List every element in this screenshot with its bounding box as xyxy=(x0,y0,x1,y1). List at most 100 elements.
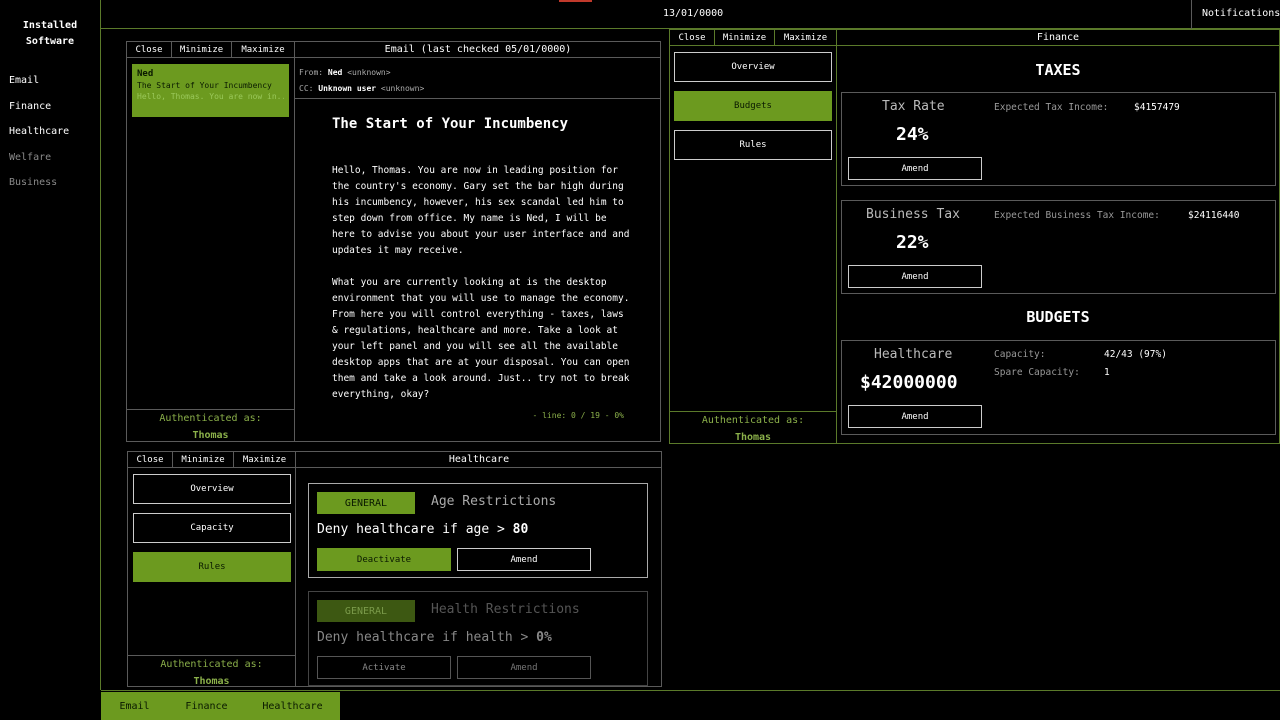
minimize-button[interactable]: Minimize xyxy=(172,42,232,57)
installed-software-panel: Installed Software Email Finance Healthc… xyxy=(0,0,101,690)
taskbar-finance[interactable]: Finance xyxy=(168,692,245,720)
rule-text-prefix: Deny healthcare if health > xyxy=(317,630,537,645)
auth-label: Authenticated as: xyxy=(160,659,263,670)
cc-address: <unknown> xyxy=(380,84,425,93)
business-tax-title: Business Tax xyxy=(866,207,960,222)
window-controls: Close Minimize Maximize xyxy=(127,42,294,58)
tax-rate-title: Tax Rate xyxy=(882,99,945,114)
healthcare-budget-title: Healthcare xyxy=(874,347,953,362)
sidebar-item-finance[interactable]: Finance xyxy=(9,101,51,112)
auth-info: Authenticated as: Thomas xyxy=(670,411,836,443)
spare-capacity-value: 1 xyxy=(1104,367,1110,378)
email-inbox-pane: Close Minimize Maximize Ned The Start of… xyxy=(127,42,295,441)
rule-category-tag: GENERAL xyxy=(317,600,415,622)
cc-label: CC: xyxy=(299,84,314,93)
expected-business-tax-label: Expected Business Tax Income: xyxy=(994,210,1160,221)
healthcare-nav-pane: Close Minimize Maximize Overview Capacit… xyxy=(128,452,296,687)
rule-text-prefix: Deny healthcare if age > xyxy=(317,522,513,537)
sidebar-item-email[interactable]: Email xyxy=(9,75,39,86)
email-header: From: Ned <unknown> CC: Unknown user <un… xyxy=(295,58,661,99)
expected-business-tax-value: $24116440 xyxy=(1188,210,1240,221)
maximize-button[interactable]: Maximize xyxy=(234,452,295,467)
email-heading: The Start of Your Incumbency xyxy=(332,116,569,132)
auth-user: Thomas xyxy=(193,676,230,687)
auth-user: Thomas xyxy=(734,432,772,443)
rule-text-value: 0% xyxy=(536,630,552,645)
nav-capacity[interactable]: Capacity xyxy=(133,513,291,543)
email-body: Hello, Thomas. You are now in leading po… xyxy=(332,165,630,400)
finance-nav-pane: Close Minimize Maximize Overview Budgets… xyxy=(670,30,837,443)
finance-window-title: Finance xyxy=(837,30,1279,46)
from-address: <unknown> xyxy=(347,68,391,77)
nav-overview[interactable]: Overview xyxy=(674,52,832,82)
line-indicator: - line: 0 / 19 - 0% xyxy=(532,411,624,420)
taxes-heading: TAXES xyxy=(1035,61,1081,79)
message-preview: Hello, Thomas. You are now in... xyxy=(137,92,284,101)
sidebar-item-healthcare[interactable]: Healthcare xyxy=(9,126,69,137)
age-restriction-rule: GENERAL Age Restrictions Deny healthcare… xyxy=(308,483,648,578)
healthcare-content: Healthcare GENERAL Age Restrictions Deny… xyxy=(296,452,662,686)
tax-rate-value: 24% xyxy=(896,124,929,145)
capacity-label: Capacity: xyxy=(994,349,1046,360)
amend-tax-rate-button[interactable]: Amend xyxy=(848,157,982,180)
sidebar-item-welfare: Welfare xyxy=(9,152,52,163)
nav-overview[interactable]: Overview xyxy=(133,474,291,504)
sidebar-item-business: Business xyxy=(9,177,58,188)
title-line-2: Software xyxy=(25,36,75,47)
nav-rules[interactable]: Rules xyxy=(133,552,291,582)
amend-healthcare-budget-button[interactable]: Amend xyxy=(848,405,982,428)
auth-user: Thomas xyxy=(192,430,229,441)
capacity-value: 42/43 (97%) xyxy=(1104,349,1167,360)
maximize-button[interactable]: Maximize xyxy=(232,42,294,57)
business-tax-card: Business Tax 22% Expected Business Tax I… xyxy=(841,200,1276,294)
message-subject: The Start of Your Incumbency xyxy=(137,81,272,90)
inbox-message-item[interactable]: Ned The Start of Your Incumbency Hello, … xyxy=(132,64,289,117)
deactivate-button[interactable]: Deactivate xyxy=(317,548,451,571)
taskbar: Email Finance Healthcare xyxy=(101,690,1280,720)
close-button[interactable]: Close xyxy=(670,30,715,45)
from-name: Ned xyxy=(327,68,343,77)
cc-name: Unknown user xyxy=(318,84,377,93)
auth-info: Authenticated as: Thomas xyxy=(127,409,294,441)
from-label: From: xyxy=(299,68,324,77)
finance-window: Close Minimize Maximize Overview Budgets… xyxy=(669,29,1280,444)
minimize-button[interactable]: Minimize xyxy=(715,30,775,45)
auth-label: Authenticated as: xyxy=(701,415,805,426)
healthcare-budget-value: $42000000 xyxy=(860,372,958,393)
amend-business-tax-button[interactable]: Amend xyxy=(848,265,982,288)
minimize-button[interactable]: Minimize xyxy=(173,452,234,467)
window-controls: Close Minimize Maximize xyxy=(128,452,295,468)
health-restriction-rule: GENERAL Health Restrictions Deny healthc… xyxy=(308,591,648,686)
rule-category-tag: GENERAL xyxy=(317,492,415,514)
window-controls: Close Minimize Maximize xyxy=(670,30,836,46)
close-button[interactable]: Close xyxy=(128,452,173,467)
current-date: 13/01/0000 xyxy=(663,8,724,19)
finance-content: Finance TAXES Tax Rate 24% Expected Tax … xyxy=(837,30,1279,443)
rule-text: Deny healthcare if age > 80 xyxy=(317,522,528,537)
amend-button[interactable]: Amend xyxy=(457,548,591,571)
spare-capacity-label: Spare Capacity: xyxy=(994,367,1080,378)
activate-button[interactable]: Activate xyxy=(317,656,451,679)
nav-rules[interactable]: Rules xyxy=(674,130,832,160)
amend-button[interactable]: Amend xyxy=(457,656,591,679)
expected-tax-income-value: $4157479 xyxy=(1134,102,1180,113)
message-sender: Ned xyxy=(137,69,154,79)
rule-title: Health Restrictions xyxy=(431,602,580,617)
taskbar-healthcare[interactable]: Healthcare xyxy=(245,692,340,720)
alert-indicator xyxy=(559,0,592,2)
tax-rate-card: Tax Rate 24% Expected Tax Income: $41574… xyxy=(841,92,1276,186)
top-bar: 13/01/0000 Notifications xyxy=(101,0,1280,29)
taskbar-email[interactable]: Email xyxy=(101,692,168,720)
email-reading-pane: Email (last checked 05/01/0000) From: Ne… xyxy=(295,42,661,441)
close-button[interactable]: Close xyxy=(127,42,172,57)
maximize-button[interactable]: Maximize xyxy=(775,30,836,45)
auth-info: Authenticated as: Thomas xyxy=(128,655,295,687)
healthcare-budget-card: Healthcare $42000000 Capacity: 42/43 (97… xyxy=(841,340,1276,435)
healthcare-window-title: Healthcare xyxy=(296,452,662,468)
notifications-button[interactable]: Notifications xyxy=(1191,0,1280,29)
business-tax-value: 22% xyxy=(896,232,929,253)
rule-text: Deny healthcare if health > 0% xyxy=(317,630,552,645)
budgets-heading: BUDGETS xyxy=(1026,308,1090,326)
installed-software-title: Installed Software xyxy=(0,18,100,50)
nav-budgets[interactable]: Budgets xyxy=(674,91,832,121)
